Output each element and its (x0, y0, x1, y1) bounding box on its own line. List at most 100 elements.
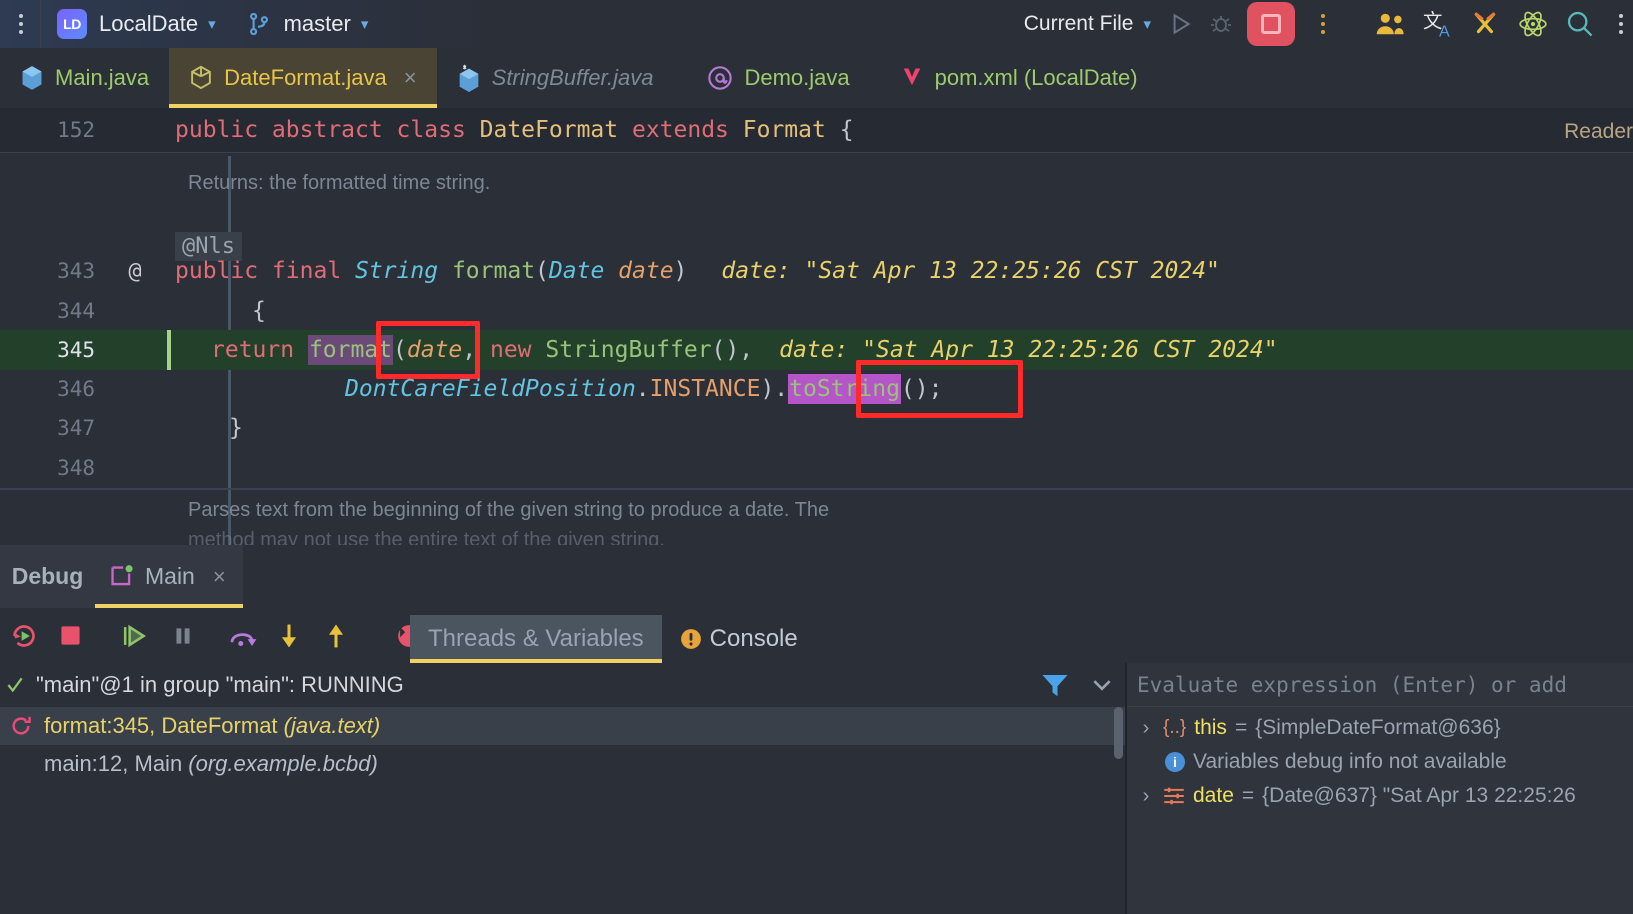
info-icon: i (1165, 752, 1185, 772)
reader-mode-label[interactable]: Reader (1564, 120, 1633, 144)
variable-equals: = (1241, 784, 1255, 807)
variable-value: {SimpleDateFormat@636} (1255, 716, 1501, 739)
code-line-346: 346 DontCareFieldPosition.INSTANCE).toSt… (0, 369, 1633, 409)
variable-row-date[interactable]: › date = {Date@637} "Sat Apr 13 22:25:26 (1127, 779, 1633, 813)
code-line-343: 343 @ public final String format(Date da… (0, 251, 1633, 291)
filter-icon[interactable] (1040, 671, 1070, 704)
main-toolbar: LD LocalDate ▾ master ▾ Current File ▾ 文… (0, 0, 1633, 48)
debug-header: Debug Main × (0, 545, 1633, 608)
step-out-icon[interactable] (312, 622, 359, 650)
code-line-345: 345 return format(date, new StringBuffer… (0, 330, 1633, 370)
javadoc-text: Parses text from the beginning of the gi… (188, 498, 830, 521)
editor-tab-stringbuffer-java[interactable]: StringBuffer.java (437, 48, 674, 108)
line-number: 348 (57, 456, 95, 480)
atom-icon[interactable] (1517, 9, 1549, 39)
abstract-class-icon (189, 65, 213, 91)
thread-label: "main"@1 in group "main": RUNNING (36, 672, 404, 697)
debug-session-tab-main[interactable]: Main × (95, 545, 243, 608)
debugger-toolbar (0, 608, 1633, 663)
editor-tab-pom-xml[interactable]: pom.xml (LocalDate) (870, 48, 1158, 108)
pause-icon[interactable] (159, 623, 206, 649)
chevron-down-icon[interactable]: ▾ (1143, 15, 1151, 33)
variable-value: {Date@637} "Sat Apr 13 22:25:26 (1262, 784, 1576, 807)
variable-row-this[interactable]: › {..} this = {SimpleDateFormat@636} (1127, 711, 1633, 745)
code-content: DontCareFieldPosition.INSTANCE).toString… (175, 374, 942, 404)
return-keyword: return (211, 337, 308, 363)
branch-name: master (283, 11, 351, 36)
git-branch-icon (246, 10, 272, 38)
code-line-344: 344 { (0, 291, 1633, 331)
line-number: 343 (57, 259, 95, 283)
toolbar-overflow-icon[interactable] (1609, 14, 1633, 34)
chevron-down-icon: ▾ (360, 16, 369, 33)
frame-row-main[interactable]: main:12, Main (org.example.bcbd) (0, 745, 1125, 783)
editor-tab-label: Demo.java (744, 65, 850, 90)
resume-icon[interactable] (112, 622, 159, 650)
call-tail: (), (711, 337, 754, 363)
code-line-348: 348 (0, 448, 1633, 488)
code-content: } (229, 415, 243, 441)
debug-session-tab-label: Main (145, 563, 195, 589)
editor-tab-demo-java[interactable]: Demo.java (673, 48, 869, 108)
run-button[interactable] (1167, 11, 1193, 37)
close-icon[interactable]: × (404, 65, 417, 91)
chevron-down-icon[interactable] (1088, 671, 1116, 704)
execution-pointer-bar (167, 330, 171, 370)
evaluate-expression-input[interactable]: Evaluate expression (Enter) or add (1127, 663, 1633, 707)
project-badge[interactable]: LD (57, 9, 87, 39)
more-actions-icon[interactable] (1311, 14, 1335, 34)
variables-panel[interactable]: Evaluate expression (Enter) or add › {..… (1127, 663, 1633, 914)
search-icon[interactable] (1565, 9, 1595, 39)
line-number: 347 (57, 416, 95, 440)
object-icon: {..} (1163, 717, 1187, 738)
gutter-annotation-icon[interactable]: @ (95, 259, 175, 284)
stringbuffer-type: StringBuffer (545, 337, 712, 363)
code-editor[interactable]: 152 public abstract class DateFormat ext… (0, 108, 1633, 645)
variable-info-text: Variables debug info not available (1193, 750, 1507, 773)
variable-equals: = (1234, 716, 1248, 739)
editor-tab-dateformat-java[interactable]: DateFormat.java × (169, 48, 438, 108)
frames-scrollbar[interactable] (1114, 707, 1123, 759)
frame-current-icon (8, 715, 34, 737)
tab-label: Console (709, 625, 798, 652)
maven-icon (900, 65, 924, 91)
chevron-down-icon[interactable]: ▾ (208, 15, 216, 33)
main-menu-icon[interactable] (0, 14, 40, 34)
editor-tab-main-java[interactable]: Main.java (0, 48, 169, 108)
tab-console[interactable]: Console (662, 615, 816, 663)
javadoc-returns-line: Returns: the formatted time string. (0, 163, 1633, 203)
thread-selector-row[interactable]: "main"@1 in group "main": RUNNING (0, 663, 1125, 707)
tools-icon[interactable] (1471, 10, 1501, 38)
editor-tab-bar: Main.java DateFormat.java × StringBuffer… (0, 48, 1633, 108)
frame-row-format[interactable]: format:345, DateFormat (java.text) (0, 707, 1125, 745)
run-config-icon (109, 564, 135, 590)
branch-selector[interactable]: master ▾ (246, 10, 369, 38)
annotation-icon (707, 65, 733, 91)
field-icon (1163, 786, 1185, 806)
stop-button[interactable] (1247, 2, 1295, 46)
warning-icon (680, 628, 702, 650)
inline-debug-hint: date: "Sat Apr 13 22:25:26 CST 2024" (779, 337, 1278, 363)
run-configuration-selector[interactable]: Current File (1024, 12, 1134, 36)
step-into-icon[interactable] (265, 622, 312, 650)
stop-icon[interactable] (47, 623, 94, 648)
dontcarefieldposition-class: DontCareFieldPosition (345, 376, 636, 402)
variable-name: this (1194, 716, 1227, 739)
rerun-icon[interactable] (0, 623, 47, 649)
expand-arrow-icon[interactable]: › (1137, 717, 1155, 740)
step-over-icon[interactable] (218, 623, 265, 649)
tab-threads-and-variables[interactable]: Threads & Variables (410, 615, 662, 663)
frames-panel[interactable]: "main"@1 in group "main": RUNNING format… (0, 663, 1125, 914)
debug-button[interactable] (1209, 11, 1233, 37)
svg-text:A: A (1439, 24, 1450, 39)
code-content: public abstract class DateFormat extends… (175, 117, 854, 143)
code-line-152: 152 public abstract class DateFormat ext… (0, 110, 1633, 150)
line-number: 152 (57, 118, 95, 142)
line-number: 346 (57, 377, 95, 401)
close-icon[interactable]: × (213, 564, 226, 590)
editor-tab-label: pom.xml (LocalDate) (934, 65, 1138, 90)
users-icon[interactable] (1375, 11, 1407, 37)
translate-icon[interactable]: 文 A (1423, 9, 1455, 39)
expand-arrow-icon[interactable]: › (1137, 785, 1155, 808)
project-name[interactable]: LocalDate (99, 11, 198, 37)
